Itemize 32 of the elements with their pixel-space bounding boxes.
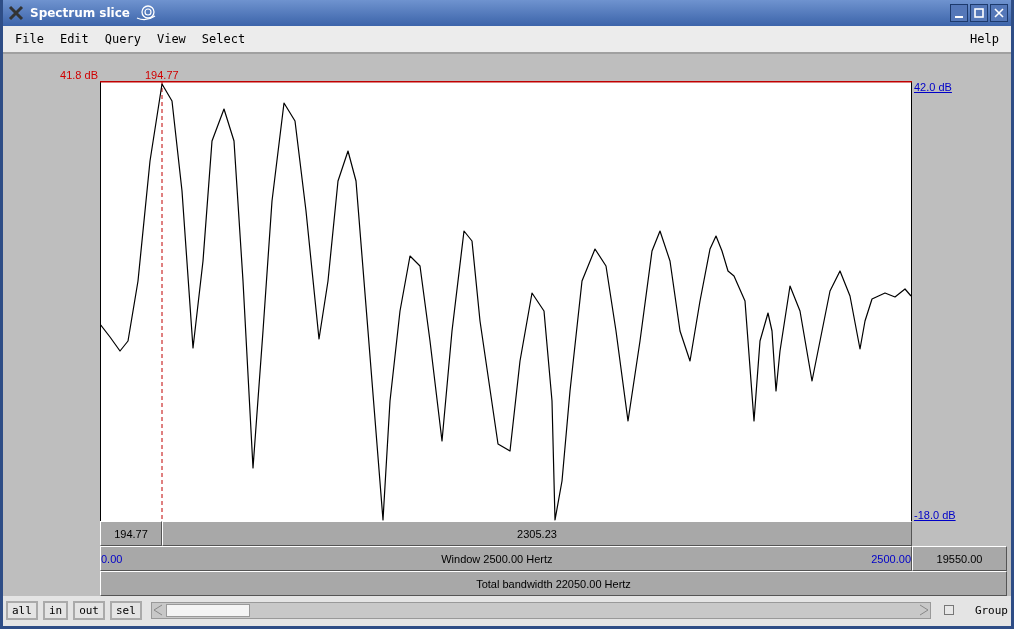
max-db-label: 41.8 dB [60, 69, 98, 81]
cursor-right-bar[interactable]: 2305.23 [162, 521, 912, 546]
scroll-bar[interactable] [150, 601, 931, 619]
total-bandwidth-bar[interactable]: Total bandwidth 22050.00 Hertz [100, 571, 1007, 596]
top-db-label: 42.0 dB [914, 81, 953, 93]
maximize-icon [974, 8, 984, 18]
close-icon [994, 8, 1004, 18]
minimize-icon [955, 15, 963, 18]
menu-item[interactable]: View [156, 32, 186, 46]
window-bar[interactable]: 0.00 Window 2500.00 Hertz 2500.00 [100, 546, 912, 571]
x-logo-icon[interactable] [8, 5, 24, 21]
menu-item[interactable]: Query [104, 32, 141, 46]
close-button[interactable] [990, 4, 1008, 22]
cursor-frequency-label: 194.77 [145, 69, 179, 81]
maximize-button[interactable] [970, 4, 988, 22]
window-title: Spectrum slice [30, 6, 130, 20]
bottom-db-label: -18.0 dB [914, 509, 957, 521]
menu-item[interactable]: File [15, 32, 44, 46]
spectrum-plot[interactable] [100, 81, 912, 521]
after-window-bar[interactable]: 19550.00 [912, 546, 1007, 571]
zoom-button[interactable]: out [73, 600, 105, 620]
group-checkbox[interactable] [943, 605, 954, 615]
zoom-button[interactable]: all [6, 600, 38, 620]
menu-item[interactable]: Help [970, 32, 999, 46]
menu-item[interactable]: Edit [59, 32, 89, 46]
swirl-icon [136, 4, 156, 22]
menu-item[interactable]: Select [201, 32, 246, 46]
cursor-left-bar[interactable]: 194.77 [100, 521, 162, 546]
group-label: Group [974, 603, 1008, 617]
zoom-button[interactable]: in [42, 600, 69, 620]
zoom-button[interactable]: sel [110, 600, 142, 620]
minimize-button[interactable] [950, 4, 968, 22]
